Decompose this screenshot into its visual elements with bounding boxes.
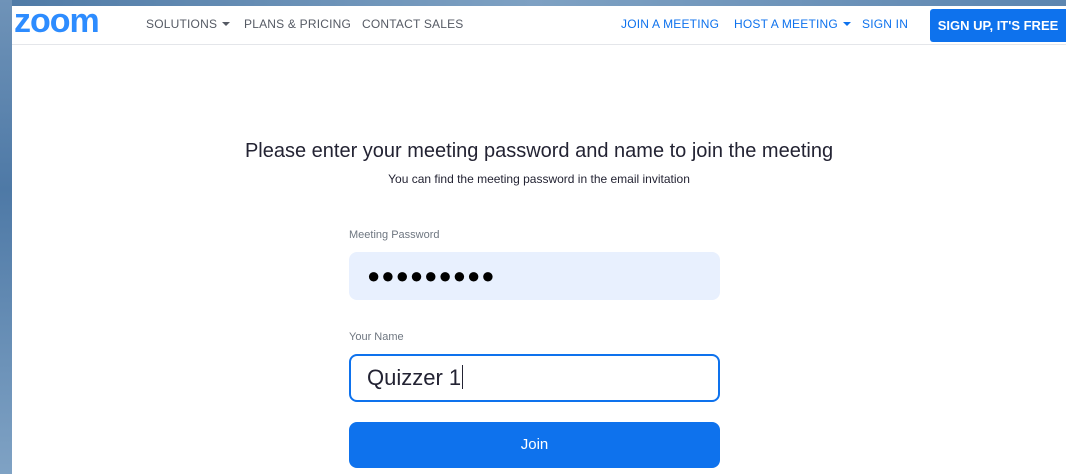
password-masked-value: ●●●●●●●●●	[367, 263, 496, 288]
zoom-logo[interactable]: zoom	[14, 4, 100, 38]
nav-join-meeting-label: JOIN A MEETING	[621, 17, 720, 31]
name-input-value: Quizzer 1	[367, 365, 462, 390]
nav-solutions[interactable]: SOLUTIONS	[146, 17, 231, 31]
nav-solutions-label: SOLUTIONS	[146, 17, 218, 31]
chevron-down-icon	[842, 22, 851, 26]
page-title: Please enter your meeting password and n…	[244, 140, 834, 162]
nav-contact-sales[interactable]: CONTACT SALES	[362, 17, 464, 31]
nav-plans-pricing[interactable]: PLANS & PRICING	[244, 17, 351, 31]
page-subtitle: You can find the meeting password in the…	[388, 172, 690, 186]
text-cursor	[462, 365, 464, 389]
nav-sign-in[interactable]: SIGN IN	[862, 17, 908, 31]
name-label: Your Name	[349, 331, 404, 343]
meeting-password-input[interactable]: ●●●●●●●●●	[349, 252, 720, 300]
password-label: Meeting Password	[349, 229, 440, 241]
join-button[interactable]: Join	[349, 422, 720, 468]
nav-join-meeting[interactable]: JOIN A MEETING	[621, 17, 719, 31]
top-navbar: zoom SOLUTIONS PLANS & PRICING CONTACT S…	[12, 4, 1066, 45]
nav-host-meeting-label: HOST A MEETING	[734, 17, 838, 31]
nav-host-meeting[interactable]: HOST A MEETING	[734, 17, 851, 31]
nav-plans-pricing-label: PLANS & PRICING	[244, 17, 352, 31]
signup-button[interactable]: SIGN UP, IT'S FREE	[930, 9, 1066, 42]
desktop-background-left	[0, 0, 12, 474]
nav-contact-sales-label: CONTACT SALES	[362, 17, 464, 31]
nav-sign-in-label: SIGN IN	[862, 17, 909, 31]
chevron-down-icon	[222, 22, 231, 26]
your-name-input[interactable]: Quizzer 1	[349, 354, 720, 402]
browser-page: zoom SOLUTIONS PLANS & PRICING CONTACT S…	[12, 4, 1066, 474]
